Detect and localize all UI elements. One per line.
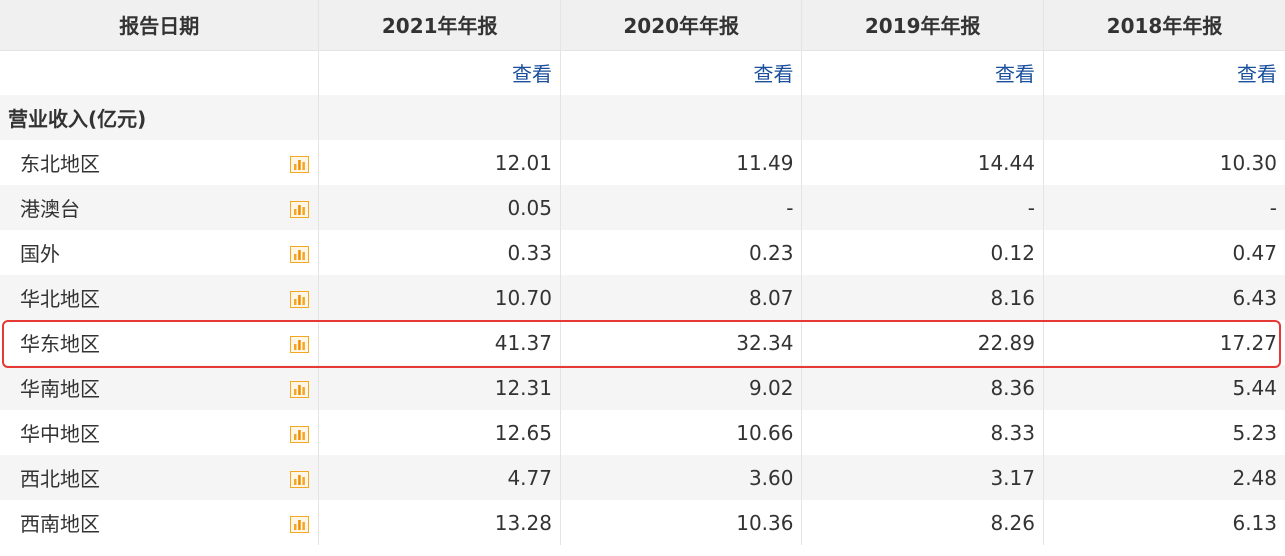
table-row: 华中地区 12.65 10.66 8.33 5.23	[0, 410, 1285, 455]
bar-chart-icon[interactable]	[290, 244, 310, 263]
bar-chart-icon[interactable]	[290, 514, 310, 533]
view-link-2018[interactable]: 查看	[1237, 62, 1277, 86]
value-cell: 8.36	[801, 365, 1044, 410]
region-cell: 西北地区	[0, 455, 320, 500]
region-label: 西北地区	[20, 467, 100, 491]
region-label: 东北地区	[20, 152, 100, 176]
view-row-label	[0, 50, 320, 95]
value-cell: 9.02	[560, 365, 803, 410]
header-row: 报告日期 2021年年报 2020年年报 2019年年报 2018年年报	[0, 0, 1285, 51]
value-cell: 12.65	[318, 410, 561, 455]
value-cell: 0.05	[318, 185, 561, 230]
value-cell: 4.77	[318, 455, 561, 500]
report-date-header: 报告日期	[0, 0, 320, 51]
region-label: 国外	[20, 242, 60, 266]
region-rows: 东北地区 12.01 11.49 14.44 10.30 港澳台 0.05- - - 国外 0.33…	[0, 140, 1285, 545]
table-row: 西南地区 13.28 10.36 8.26 6.13	[0, 500, 1285, 545]
value-cell: 0.47	[1043, 230, 1285, 275]
value-cell: 10.30	[1043, 140, 1285, 185]
bar-chart-icon[interactable]	[290, 199, 310, 218]
value-cell: 10.36	[560, 500, 803, 545]
value-cell: 12.01	[318, 140, 561, 185]
value-cell: 5.44	[1043, 365, 1285, 410]
value-cell: 6.43	[1043, 275, 1285, 320]
value-cell: 10.66	[560, 410, 803, 455]
region-label: 华北地区	[20, 287, 100, 311]
region-label: 华中地区	[20, 422, 100, 446]
view-link-2020[interactable]: 查看	[753, 62, 793, 86]
table-row: 西北地区 4.77 3.60 3.17 2.48	[0, 455, 1285, 500]
view-links-row: 查看 查看 查看 查看	[0, 50, 1285, 95]
period-header-2019: 2019年年报	[801, 0, 1044, 51]
view-link-2021[interactable]: 查看	[512, 62, 552, 86]
region-label: 港澳台	[20, 197, 80, 221]
value-cell: 13.28	[318, 500, 561, 545]
period-header-2018: 2018年年报	[1043, 0, 1285, 51]
value-cell: -	[1043, 185, 1285, 230]
value-cell: 17.27	[1043, 320, 1285, 365]
region-cell: 国外	[0, 230, 320, 275]
value-cell: 8.26	[801, 500, 1044, 545]
region-label: 华东地区	[20, 332, 100, 356]
table-row: 港澳台 0.05- - -	[0, 185, 1285, 230]
region-cell: 华北地区	[0, 275, 320, 320]
region-cell: 华南地区	[0, 365, 320, 410]
value-cell: 0.33	[318, 230, 561, 275]
value-cell: 32.34	[560, 320, 803, 365]
value-cell: 3.17	[801, 455, 1044, 500]
value-cell: 12.31	[318, 365, 561, 410]
value-cell: 8.07	[560, 275, 803, 320]
value-cell: -	[560, 185, 803, 230]
value-cell: 0.23	[560, 230, 803, 275]
region-cell: 华中地区	[0, 410, 320, 455]
bar-chart-icon[interactable]	[290, 289, 310, 308]
value-cell: 8.33	[801, 410, 1044, 455]
value-cell: 5.23	[1043, 410, 1285, 455]
value-cell: 6.13	[1043, 500, 1285, 545]
table-row: 华东地区 41.37 32.34 22.89 17.27	[0, 320, 1285, 365]
financial-data-table: 报告日期 2021年年报 2020年年报 2019年年报 2018年年报 查看 …	[0, 0, 1285, 545]
value-cell: 3.60	[560, 455, 803, 500]
period-header-2021: 2021年年报	[318, 0, 561, 51]
bar-chart-icon[interactable]	[290, 379, 310, 398]
bar-chart-icon[interactable]	[290, 334, 310, 353]
region-label: 西南地区	[20, 512, 100, 536]
value-cell: 2.48	[1043, 455, 1285, 500]
value-cell: -	[801, 185, 1044, 230]
bar-chart-icon[interactable]	[290, 154, 310, 173]
value-cell: 14.44	[801, 140, 1044, 185]
region-cell: 港澳台	[0, 185, 320, 230]
view-link-2019[interactable]: 查看	[995, 62, 1035, 86]
table-row: 华北地区 10.70 8.07 8.16 6.43	[0, 275, 1285, 320]
region-cell: 西南地区	[0, 500, 320, 545]
section-row: 营业收入(亿元)	[0, 95, 1285, 140]
table-row: 华南地区 12.31 9.02 8.36 5.44	[0, 365, 1285, 410]
bar-chart-icon[interactable]	[290, 469, 310, 488]
table-row: 国外 0.33 0.23 0.12 0.47	[0, 230, 1285, 275]
value-cell: 22.89	[801, 320, 1044, 365]
value-cell: 8.16	[801, 275, 1044, 320]
period-header-2020: 2020年年报	[560, 0, 803, 51]
table-row: 东北地区 12.01 11.49 14.44 10.30	[0, 140, 1285, 185]
value-cell: 0.12	[801, 230, 1044, 275]
bar-chart-icon[interactable]	[290, 424, 310, 443]
value-cell: 41.37	[318, 320, 561, 365]
value-cell: 11.49	[560, 140, 803, 185]
region-label: 华南地区	[20, 377, 100, 401]
section-title: 营业收入(亿元)	[0, 95, 320, 140]
region-cell: 华东地区	[0, 320, 320, 365]
region-cell: 东北地区	[0, 140, 320, 185]
value-cell: 10.70	[318, 275, 561, 320]
